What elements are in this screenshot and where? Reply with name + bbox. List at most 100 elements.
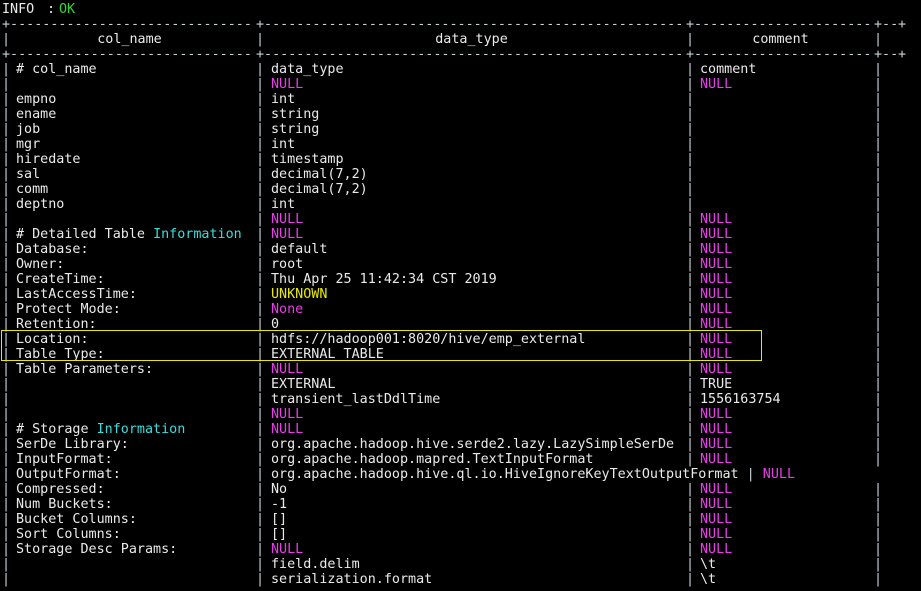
column-separator: | [686, 452, 694, 467]
column-separator: | [256, 437, 264, 452]
column-separator: | [686, 542, 694, 557]
cell-data-type: org.apache.hadoop.hive.serde2.lazy.LazyS… [271, 437, 674, 452]
column-separator: | [874, 32, 882, 47]
cell-comment: NULL [700, 272, 732, 287]
column-separator: | [256, 77, 264, 92]
column-separator: | [2, 512, 10, 527]
cell-col-name: OutputFormat: [16, 467, 121, 482]
cell-col-name: ename [16, 107, 56, 122]
column-separator: | [686, 407, 694, 422]
column-separator: | [686, 527, 694, 542]
cell-data-type: serialization.format [271, 572, 432, 587]
table-row: ||||Owner:rootNULL [0, 257, 921, 272]
cell-segment: Num Buckets: [16, 497, 113, 512]
cell-col-name: Bucket Columns: [16, 512, 137, 527]
column-separator: | [256, 512, 264, 527]
table-row: ||||Table Type:EXTERNAL TABLENULL [0, 347, 921, 362]
cell-segment: NULL [271, 542, 303, 557]
column-separator: | [874, 527, 882, 542]
table-row: ||||NULLNULL [0, 212, 921, 227]
column-separator: | [256, 497, 264, 512]
cell-data-type: field.delim [271, 557, 360, 572]
column-separator: | [2, 167, 10, 182]
column-separator: | [2, 407, 10, 422]
table-row: ||||InputFormat:org.apache.hadoop.mapred… [0, 452, 921, 467]
column-separator: | [874, 167, 882, 182]
cell-data-type: NULL [271, 407, 303, 422]
cell-data-type: int [271, 92, 295, 107]
table-row: ||||# col_namedata_typecomment [0, 62, 921, 77]
cell-segment: transient_lastDdlTime [271, 392, 440, 407]
column-separator: | [2, 332, 10, 347]
cell-segment: CreateTime: [16, 272, 105, 287]
cell-segment: \t [700, 557, 716, 572]
cell-segment: Table Type: [16, 347, 105, 362]
border-segment: +-- [874, 47, 898, 62]
cell-col-name: job [16, 122, 40, 137]
cell-col-name: Owner: [16, 257, 64, 272]
cell-data-type: int [271, 197, 295, 212]
table-row: ||||# Detailed Table InformationNULLNULL [0, 227, 921, 242]
column-separator: | [2, 542, 10, 557]
cell-data-type: NULL [271, 362, 303, 377]
cell-segment: NULL [271, 212, 303, 227]
column-separator: | [256, 152, 264, 167]
cell-data-type: [] [271, 527, 287, 542]
table-row: ||OutputFormat:org.apache.hadoop.hive.ql… [0, 467, 921, 482]
table-row: ||||Storage Desc Params:NULLNULL [0, 542, 921, 557]
cell-col-name: Database: [16, 242, 89, 257]
cell-comment: NULL [700, 257, 732, 272]
cell-segment: NULL [700, 227, 732, 242]
cell-comment: NULL [700, 497, 732, 512]
cell-segment: Protect Mode: [16, 302, 121, 317]
column-separator: | [2, 197, 10, 212]
cell-data-type: root [271, 257, 303, 272]
cell-segment: NULL [700, 452, 732, 467]
column-separator: | [686, 347, 694, 362]
column-separator: | [686, 137, 694, 152]
column-separator: | [256, 197, 264, 212]
table-row: ||||Protect Mode:NoneNULL [0, 302, 921, 317]
table-row: ||||Sort Columns:[]NULL [0, 527, 921, 542]
cell-comment: NULL [700, 527, 732, 542]
cell-segment: serialization.format [271, 572, 432, 587]
cell-segment: NULL [700, 287, 732, 302]
cell-segment: UNKNOWN [271, 287, 327, 302]
column-separator: | [256, 137, 264, 152]
table-header-row: ||||col_namedata_typecomment [0, 32, 921, 47]
cell-col-name: Num Buckets: [16, 497, 113, 512]
cell-comment: NULL [700, 407, 732, 422]
cell-segment: Thu Apr 25 11:42:34 CST 2019 [271, 272, 497, 287]
column-separator: | [686, 167, 694, 182]
cell-segment: NULL [271, 422, 303, 437]
column-separator: | [874, 92, 882, 107]
cell-segment: # col_name [16, 62, 97, 77]
cell-segment: root [271, 257, 303, 272]
column-separator: | [686, 242, 694, 257]
column-separator: | [686, 122, 694, 137]
cell-data-type: transient_lastDdlTime [271, 392, 440, 407]
cell-data-type: Thu Apr 25 11:42:34 CST 2019 [271, 272, 497, 287]
cell-data-type: decimal(7,2) [271, 167, 368, 182]
cell-segment: NULL [700, 527, 732, 542]
cell-segment: -1 [271, 497, 287, 512]
cell-segment: string [271, 122, 319, 137]
column-separator: | [256, 557, 264, 572]
column-separator: | [686, 107, 694, 122]
column-separator: | [256, 527, 264, 542]
column-separator: | [874, 422, 882, 437]
table-row: ||||commdecimal(7,2) [0, 182, 921, 197]
cell-segment: empno [16, 92, 56, 107]
column-separator: | [686, 497, 694, 512]
cell-segment: data_type [271, 62, 344, 77]
column-separator: | [256, 572, 264, 587]
column-separator: | [256, 287, 264, 302]
cell-col-name: CreateTime: [16, 272, 105, 287]
cell-segment: timestamp [271, 152, 344, 167]
cell-segment: field.delim [271, 557, 360, 572]
column-separator: | [686, 212, 694, 227]
table-row: ||||LastAccessTime:UNKNOWNNULL [0, 287, 921, 302]
cell-comment: NULL [700, 302, 732, 317]
cell-segment: hdfs://hadoop001:8020/hive/emp_external [271, 332, 585, 347]
border-segment: +---------------------------------------… [256, 17, 683, 32]
